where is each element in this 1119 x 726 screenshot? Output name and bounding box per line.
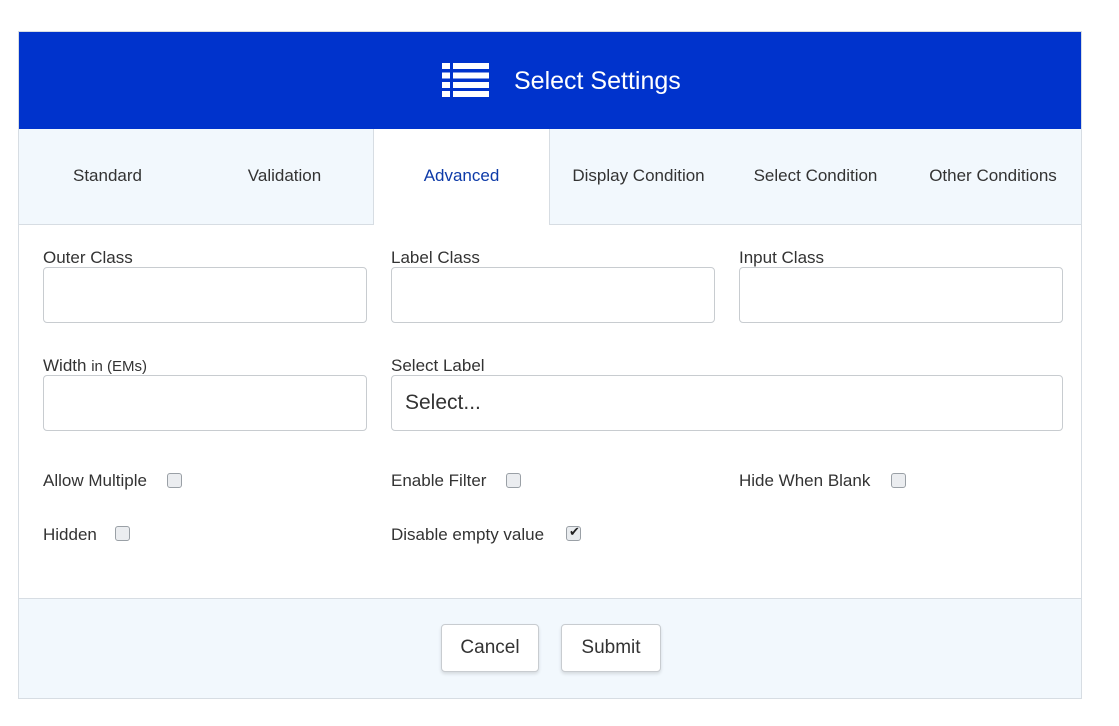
hidden-label: Hidden <box>43 525 97 544</box>
allow-multiple-label: Allow Multiple <box>43 471 147 490</box>
disable-empty-value-checkbox[interactable]: ✔ <box>566 524 581 541</box>
select-label-value: Select... <box>405 391 481 414</box>
enable-filter-label: Enable Filter <box>391 471 487 490</box>
outer-class-label: Outer Class <box>43 248 133 267</box>
cancel-button[interactable]: Cancel <box>441 624 539 672</box>
submit-button[interactable]: Submit <box>561 624 661 672</box>
tab-advanced[interactable]: Advanced <box>373 129 550 225</box>
label-class-input[interactable] <box>391 267 715 323</box>
tab-other-conditions[interactable]: Other Conditions <box>904 129 1082 225</box>
dialog-footer: Cancel Submit <box>19 598 1081 698</box>
input-class-label: Input Class <box>739 248 825 267</box>
dialog-header: Select Settings <box>19 32 1081 129</box>
input-class-input[interactable] <box>739 267 1063 323</box>
hide-when-blank-label: Hide When Blank <box>739 471 871 490</box>
outer-class-input[interactable] <box>43 267 367 323</box>
hide-when-blank-checkbox[interactable] <box>891 473 906 488</box>
width-input[interactable] <box>43 375 367 431</box>
list-icon <box>442 63 489 97</box>
tab-select-condition[interactable]: Select Condition <box>727 129 904 225</box>
dialog-title: Select Settings <box>514 67 681 95</box>
select-settings-dialog: Select Settings Standard Validation Adva… <box>18 31 1082 699</box>
width-label: Width in (EMs) <box>43 356 147 377</box>
select-label-input[interactable]: Select... <box>391 375 1063 431</box>
select-label-label: Select Label <box>391 356 485 375</box>
disable-empty-value-label: Disable empty value <box>391 525 545 544</box>
width-label-text: Width <box>43 356 87 375</box>
tab-display-condition[interactable]: Display Condition <box>550 129 727 225</box>
enable-filter-checkbox[interactable] <box>506 473 521 488</box>
allow-multiple-checkbox[interactable] <box>167 473 182 488</box>
label-class-label: Label Class <box>391 248 480 267</box>
tab-validation[interactable]: Validation <box>196 129 373 225</box>
width-unit-text: in (EMs) <box>91 358 148 375</box>
checkmark-icon: ✔ <box>569 524 580 539</box>
hidden-checkbox[interactable] <box>115 526 130 541</box>
tab-standard[interactable]: Standard <box>19 129 196 225</box>
tab-bar: Standard Validation Advanced Display Con… <box>19 129 1081 225</box>
